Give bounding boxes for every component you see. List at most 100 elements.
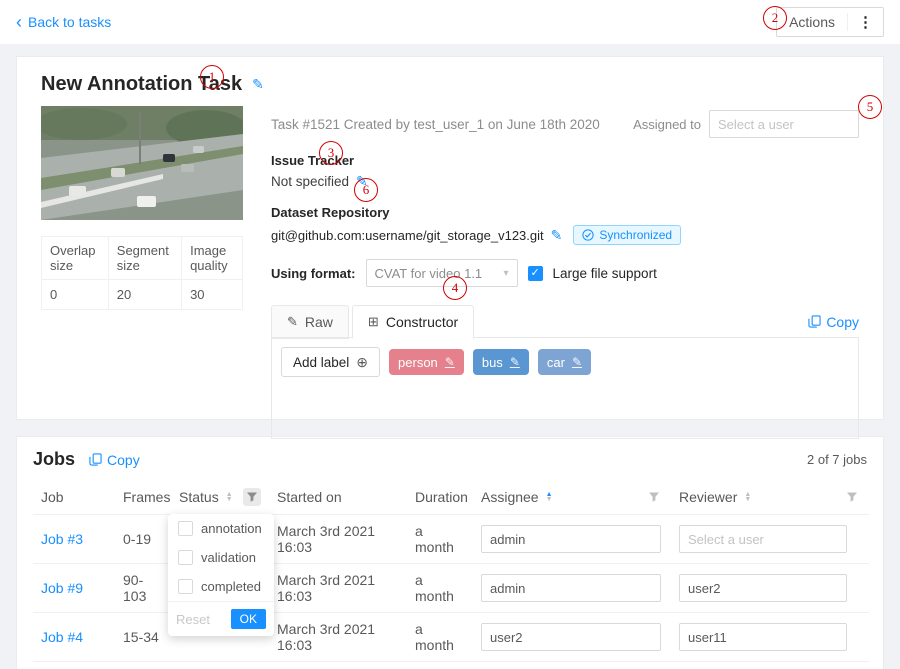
tab-raw-label: Raw <box>305 314 333 330</box>
job-reviewer-input[interactable] <box>679 623 847 651</box>
col-duration: Duration <box>407 480 473 515</box>
edit-repository-icon[interactable]: ✎ <box>551 227 563 244</box>
assignee-filter-icon[interactable] <box>645 488 663 506</box>
task-meta-text: Task #1521 Created by test_user_1 on Jun… <box>271 117 600 132</box>
job-row-4: Job #4 15-34 March 3rd 2021 16:03 a mont… <box>33 613 869 662</box>
edit-task-name-icon[interactable]: ✎ <box>252 76 264 93</box>
add-label-text: Add label <box>293 355 349 370</box>
status-cell: completed <box>171 662 269 669</box>
copy-labels-label: Copy <box>826 314 859 330</box>
jobs-title: Jobs <box>33 449 75 470</box>
dataset-repository-block: Dataset Repository git@github.com:userna… <box>271 205 859 245</box>
validation-checkbox[interactable] <box>178 550 193 565</box>
back-to-tasks-label: Back to tasks <box>28 14 111 30</box>
sync-status-label: Synchronized <box>599 228 672 242</box>
col-status: Status ▲▼ <box>171 480 269 515</box>
started-cell: March 3rd 2021 16:03 <box>269 564 407 613</box>
param-header-segment: Segment size <box>108 237 181 280</box>
job-assignee-input[interactable] <box>481 525 661 553</box>
filter-option-annotation[interactable]: annotation <box>168 514 274 543</box>
completed-option-label: completed <box>201 579 261 594</box>
jobs-table: Job Frames Status ▲▼ Started on Duration <box>33 480 869 669</box>
filter-ok-button[interactable]: OK <box>231 609 266 629</box>
sync-check-icon <box>582 229 594 241</box>
param-value-segment: 20 <box>108 280 181 310</box>
status-filter-icon[interactable] <box>243 488 261 506</box>
job-assignee-input[interactable] <box>481 574 661 602</box>
label-tag-bus[interactable]: bus ✎ <box>473 349 529 375</box>
task-right-column: Task #1521 Created by test_user_1 on Jun… <box>243 106 859 439</box>
edit-label-car-icon[interactable]: ✎ <box>572 355 582 369</box>
col-assignee: Assignee ▲▼ <box>473 480 671 515</box>
edit-label-person-icon[interactable]: ✎ <box>445 355 455 369</box>
repository-url: git@github.com:username/git_storage_v123… <box>271 228 544 243</box>
frames-cell: 0-19 <box>115 515 171 564</box>
annotation-option-label: annotation <box>201 521 262 536</box>
assignee-sort-icon[interactable]: ▲▼ <box>546 492 553 502</box>
large-file-support-checkbox[interactable] <box>528 266 543 281</box>
col-assignee-label: Assignee <box>481 489 539 505</box>
frames-cell: 90-103 <box>115 564 171 613</box>
plus-circle-icon: ⊕ <box>356 354 368 371</box>
top-bar: ‹ Back to tasks Actions ⋮ <box>0 0 900 44</box>
assigned-to-label: Assigned to <box>633 117 701 132</box>
param-header-overlap: Overlap size <box>42 237 109 280</box>
tab-constructor[interactable]: ⊞ Constructor <box>352 305 474 339</box>
col-reviewer: Reviewer ▲▼ <box>671 480 869 515</box>
copy-labels-link[interactable]: Copy <box>808 314 859 330</box>
label-tag-car-name: car <box>547 355 565 370</box>
reviewer-filter-icon[interactable] <box>843 488 861 506</box>
col-frames: Frames <box>115 480 171 515</box>
duration-cell: a month <box>407 515 473 564</box>
edit-issue-tracker-icon[interactable]: ✎ <box>356 173 368 190</box>
back-chevron-icon: ‹ <box>16 15 22 29</box>
add-label-button[interactable]: Add label ⊕ <box>281 347 380 377</box>
status-sort-icon[interactable]: ▲▼ <box>226 492 233 502</box>
col-job: Job <box>33 480 115 515</box>
label-tag-bus-name: bus <box>482 355 503 370</box>
job-link[interactable]: Job #4 <box>41 629 83 645</box>
completed-checkbox[interactable] <box>178 579 193 594</box>
job-assignee-input[interactable] <box>481 623 661 651</box>
duration-cell: a month <box>407 613 473 662</box>
constructor-block-icon: ⊞ <box>368 314 379 330</box>
more-options-icon[interactable]: ⋮ <box>847 13 883 31</box>
actions-button[interactable]: Actions ⋮ <box>776 7 884 37</box>
chevron-down-icon: ▾ <box>503 268 508 279</box>
large-file-support-label: Large file support <box>553 266 657 281</box>
issue-tracker-label: Issue Tracker <box>271 153 859 168</box>
using-format-label: Using format: <box>271 266 356 281</box>
label-tag-person[interactable]: person ✎ <box>389 349 464 375</box>
started-cell: March 3rd 2021 16:03 <box>269 662 407 669</box>
dataset-repository-label: Dataset Repository <box>271 205 859 220</box>
reviewer-sort-icon[interactable]: ▲▼ <box>744 492 751 502</box>
edit-label-bus-icon[interactable]: ✎ <box>510 355 520 369</box>
job-row-9: Job #9 90-103 March 3rd 2021 16:03 a mon… <box>33 564 869 613</box>
annotation-checkbox[interactable] <box>178 521 193 536</box>
format-select[interactable]: CVAT for video 1.1 ▾ <box>366 259 518 287</box>
task-title-row: New Annotation Task ✎ <box>41 73 859 96</box>
copy-jobs-link[interactable]: Copy <box>89 452 140 468</box>
filter-option-completed[interactable]: completed <box>168 572 274 601</box>
frames-cell: 15-34 <box>115 613 171 662</box>
job-reviewer-input[interactable] <box>679 574 847 602</box>
task-title: New Annotation Task <box>41 73 242 96</box>
frames-cell: 75-94 <box>115 662 171 669</box>
back-to-tasks-link[interactable]: ‹ Back to tasks <box>16 14 111 30</box>
issue-tracker-value: Not specified <box>271 174 349 189</box>
task-assignee-input[interactable] <box>709 110 859 138</box>
copy-icon <box>89 453 102 466</box>
sync-status-badge: Synchronized <box>573 225 681 245</box>
filter-option-validation[interactable]: validation <box>168 543 274 572</box>
job-link[interactable]: Job #3 <box>41 531 83 547</box>
filter-reset-button[interactable]: Reset <box>176 612 210 627</box>
job-row-8: Job #8 75-94 completed March 3rd 2021 16… <box>33 662 869 669</box>
job-reviewer-input[interactable] <box>679 525 847 553</box>
label-tag-car[interactable]: car ✎ <box>538 349 591 375</box>
issue-tracker-block: Issue Tracker Not specified ✎ <box>271 153 859 190</box>
task-details-card: New Annotation Task ✎ <box>16 56 884 420</box>
job-link[interactable]: Job #9 <box>41 580 83 596</box>
tab-raw[interactable]: ✎ Raw <box>271 305 349 339</box>
status-filter-dropdown: annotation validation completed Reset OK <box>168 514 274 636</box>
duration-cell: a month <box>407 662 473 669</box>
